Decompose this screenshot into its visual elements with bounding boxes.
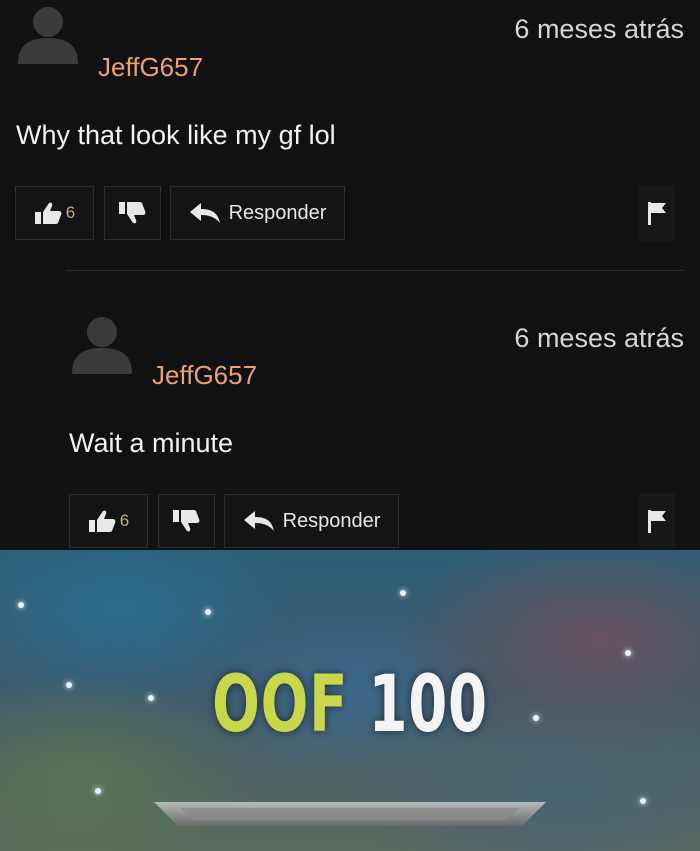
like-count: 6 bbox=[65, 203, 76, 222]
flag-icon bbox=[648, 510, 666, 533]
thumbs-down-icon bbox=[118, 202, 145, 224]
oof-banner-image: OOF 100 bbox=[0, 550, 700, 851]
oof-level-number: 100 bbox=[368, 660, 488, 750]
star bbox=[640, 798, 646, 804]
reply-label: Responder bbox=[282, 509, 381, 532]
flag-icon bbox=[648, 202, 666, 225]
comment-divider bbox=[66, 270, 684, 271]
comment-username[interactable]: JeffG657 bbox=[152, 360, 257, 391]
star bbox=[400, 590, 406, 596]
avatar-icon[interactable] bbox=[70, 312, 134, 376]
thumbs-up-icon bbox=[88, 510, 116, 532]
comment-timestamp: 6 meses atrás bbox=[514, 14, 684, 44]
oof-level-text: OOF 100 bbox=[98, 660, 602, 750]
like-button[interactable]: 6 bbox=[69, 494, 148, 548]
star bbox=[625, 650, 631, 656]
comment-thread: 6 meses atrás JeffG657 Why that look lik… bbox=[0, 0, 700, 550]
like-button[interactable]: 6 bbox=[15, 186, 94, 240]
dislike-button[interactable] bbox=[104, 186, 161, 240]
comment-text: Why that look like my gf lol bbox=[16, 120, 336, 150]
report-button[interactable] bbox=[639, 185, 675, 241]
like-count: 6 bbox=[119, 511, 130, 530]
reply-arrow-icon bbox=[189, 203, 220, 223]
reply-arrow-icon bbox=[243, 511, 274, 531]
star bbox=[95, 788, 101, 794]
dislike-button[interactable] bbox=[158, 494, 215, 548]
comment-text: Wait a minute bbox=[69, 428, 234, 458]
comment-username[interactable]: JeffG657 bbox=[98, 52, 203, 83]
avatar-icon[interactable] bbox=[16, 2, 80, 66]
star bbox=[66, 682, 72, 688]
report-button[interactable] bbox=[639, 493, 675, 549]
ornament-bar bbox=[154, 802, 546, 826]
oof-word: OOF bbox=[212, 660, 349, 750]
reply-label: Responder bbox=[228, 201, 327, 224]
thumbs-down-icon bbox=[172, 510, 199, 532]
reply-button[interactable]: Responder bbox=[224, 494, 399, 548]
comment-timestamp: 6 meses atrás bbox=[514, 323, 684, 353]
reply-button[interactable]: Responder bbox=[170, 186, 345, 240]
star bbox=[18, 602, 24, 608]
thumbs-up-icon bbox=[34, 202, 62, 224]
star bbox=[205, 609, 211, 615]
